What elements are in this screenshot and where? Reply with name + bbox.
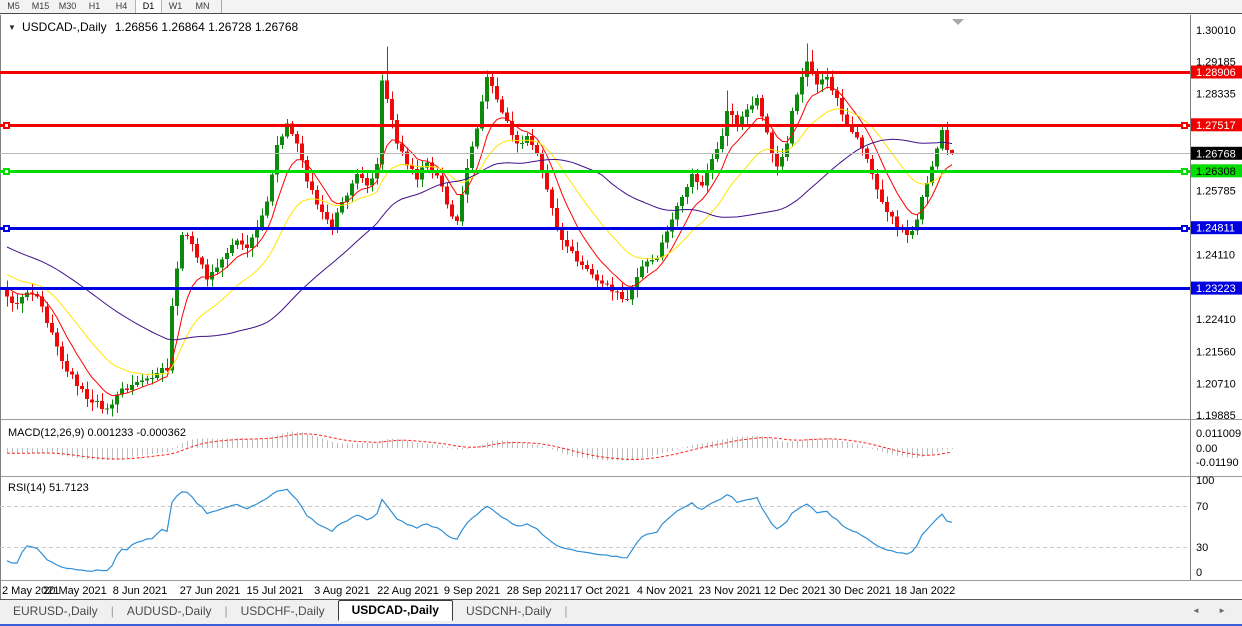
date-tick-label: 28 Sep 2021: [507, 585, 569, 597]
date-tick-label: 17 Oct 2021: [570, 585, 630, 597]
macd-axis-high: 0.011009: [1196, 428, 1241, 440]
macd-label: MACD(12,26,9) 0.001233 -0.000362: [8, 427, 186, 439]
tab-scroll-arrows[interactable]: ◄ ►: [1192, 606, 1234, 621]
tf-button-h1[interactable]: H1: [81, 0, 108, 13]
rsi-axis-70: 70: [1196, 501, 1208, 513]
svg-text:1.26308: 1.26308: [1196, 166, 1236, 178]
trading-app-window: M5M15M30H1H4D1W1MN 1.300101.291851.28335…: [0, 0, 1242, 626]
rsi-label: RSI(14) 51.7123: [8, 482, 89, 494]
tf-button-mn[interactable]: MN: [189, 0, 216, 13]
svg-text:1.23223: 1.23223: [1196, 283, 1236, 295]
candle: [270, 172, 274, 206]
candle: [940, 127, 944, 151]
price-tick-label: 1.28335: [1196, 89, 1236, 101]
price-badge-level: 1.28906: [1191, 66, 1242, 80]
tf-button-m5[interactable]: M5: [0, 0, 27, 13]
chart-title-quote: 1.26856 1.26864 1.26728 1.26768: [115, 20, 299, 34]
chart-background: [0, 14, 1242, 599]
tab-usdcnh-daily[interactable]: USDCNH-,Daily: [453, 601, 564, 621]
price-tick-label: 1.21560: [1196, 346, 1236, 358]
symbol-dropdown-icon[interactable]: ▼: [8, 23, 16, 32]
svg-text:1.28906: 1.28906: [1196, 67, 1236, 79]
window-bottom-edge: [0, 621, 1242, 626]
date-tick-label: 23 Nov 2021: [699, 585, 761, 597]
candle: [935, 147, 939, 170]
price-badge-level: 1.23223: [1191, 282, 1242, 296]
price-tick-label: 1.24110: [1196, 249, 1235, 261]
price-badge-level: 1.26308: [1191, 164, 1242, 178]
svg-text:1.27517: 1.27517: [1196, 120, 1236, 132]
date-tick-label: 12 Dec 2021: [764, 585, 826, 597]
price-badge-current: 1.26768: [1191, 147, 1242, 161]
tab-audusd-daily[interactable]: AUDUSD-,Daily: [114, 601, 225, 621]
svg-text:1.26768: 1.26768: [1196, 148, 1236, 160]
price-badge-level: 1.27517: [1191, 118, 1242, 132]
toolbar-separator: [221, 0, 222, 13]
price-tick-label: 1.30010: [1196, 25, 1236, 37]
date-tick-label: 9 Sep 2021: [444, 585, 500, 597]
macd-axis-low: -0.01190: [1196, 457, 1239, 469]
macd-axis-zero: 0.00: [1196, 443, 1217, 455]
rsi-axis-0: 0: [1196, 567, 1202, 579]
price-badge-level: 1.24811: [1191, 221, 1242, 235]
date-tick-label: 15 Jul 2021: [247, 585, 304, 597]
date-tick-label: 22 Aug 2021: [377, 585, 439, 597]
rsi-axis-30: 30: [1196, 542, 1208, 554]
candle: [475, 126, 479, 149]
date-axis: 2 May 202120 May 20218 Jun 202127 Jun 20…: [2, 585, 955, 597]
tf-button-w1[interactable]: W1: [162, 0, 189, 13]
tab-usdcad-daily[interactable]: USDCAD-,Daily: [338, 600, 453, 621]
tf-button-d1[interactable]: D1: [135, 0, 162, 13]
date-tick-label: 30 Dec 2021: [829, 585, 891, 597]
price-tick-label: 1.22410: [1196, 314, 1236, 326]
price-tick-label: 1.19885: [1196, 410, 1236, 422]
date-tick-label: 8 Jun 2021: [113, 585, 167, 597]
date-tick-label: 20 May 2021: [43, 585, 107, 597]
tab-eurusd-daily[interactable]: EURUSD-,Daily: [0, 601, 111, 621]
date-tick-label: 27 Jun 2021: [180, 585, 241, 597]
price-chart-canvas[interactable]: 1.300101.291851.283351.257851.241101.224…: [0, 0, 1242, 599]
timeframe-toolbar: M5M15M30H1H4D1W1MN: [0, 0, 1242, 14]
chart-title: USDCAD-,Daily 1.26856 1.26864 1.26728 1.2…: [22, 20, 299, 34]
price-tick-label: 1.25785: [1196, 186, 1236, 198]
date-tick-label: 4 Nov 2021: [637, 585, 693, 597]
price-tick-label: 1.20710: [1196, 379, 1236, 391]
chart-title-symbol: USDCAD-,Daily: [22, 20, 107, 34]
svg-text:1.24811: 1.24811: [1196, 223, 1235, 235]
tf-button-m15[interactable]: M15: [27, 0, 54, 13]
tab-separator: |: [564, 604, 567, 621]
symbol-tab-bar: EURUSD-,Daily|AUDUSD-,Daily|USDCHF-,Dail…: [0, 599, 1242, 621]
tab-usdchf-daily[interactable]: USDCHF-,Daily: [228, 601, 338, 621]
date-tick-label: 3 Aug 2021: [314, 585, 370, 597]
tf-button-h4[interactable]: H4: [108, 0, 135, 13]
candle: [180, 232, 184, 271]
rsi-axis-100: 100: [1196, 475, 1214, 487]
date-tick-label: 18 Jan 2022: [895, 585, 956, 597]
tf-button-m30[interactable]: M30: [54, 0, 81, 13]
